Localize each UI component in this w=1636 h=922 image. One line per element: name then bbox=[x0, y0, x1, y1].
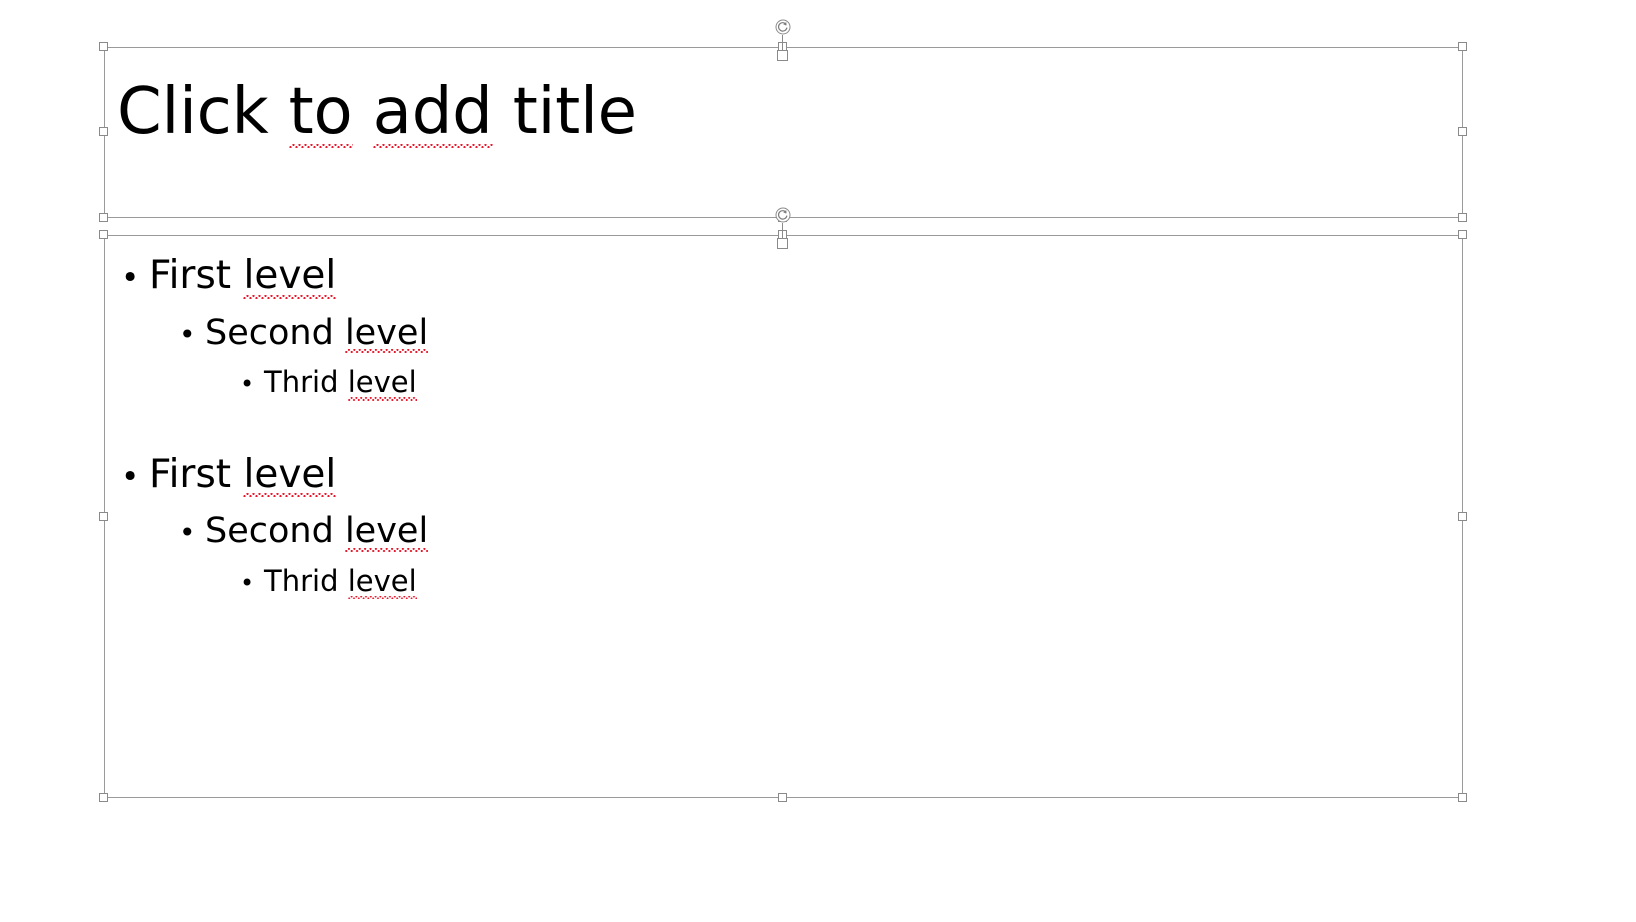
title-word-to: to bbox=[288, 75, 353, 149]
rotate-handle-knob[interactable] bbox=[777, 238, 788, 249]
rotate-icon bbox=[775, 207, 791, 223]
title-placeholder[interactable]: Click to add title bbox=[104, 47, 1463, 218]
content-placeholder[interactable]: • First level • Second level • Thrid level • Fi… bbox=[104, 235, 1463, 798]
outline-word-misspelled: level bbox=[347, 365, 417, 402]
outline-word: Thrid bbox=[264, 365, 348, 400]
outline-item-level-1[interactable]: • First level bbox=[105, 451, 1462, 499]
rotate-handle-content[interactable] bbox=[773, 206, 793, 249]
bullet-point-icon: • bbox=[240, 568, 255, 597]
title-word-click: Click bbox=[117, 75, 289, 149]
title-prompt-text[interactable]: Click to add title bbox=[117, 75, 637, 150]
outline-item-level-3[interactable]: • Thrid level bbox=[105, 563, 1462, 600]
outline-word: Second bbox=[205, 511, 345, 552]
outline-item-label: First level bbox=[149, 252, 336, 300]
rotate-icon bbox=[775, 19, 791, 35]
outline-item-label: First level bbox=[149, 451, 336, 499]
rotate-handle-title[interactable] bbox=[773, 18, 793, 61]
title-word-add: add bbox=[372, 75, 493, 149]
bullet-point-icon: • bbox=[121, 458, 140, 495]
content-handle-top-left[interactable] bbox=[99, 230, 108, 239]
content-handle-top-right[interactable] bbox=[1458, 230, 1467, 239]
outline-word-misspelled: level bbox=[347, 563, 417, 600]
outline-word: Second bbox=[205, 312, 345, 353]
content-handle-bottom-center[interactable] bbox=[778, 793, 787, 802]
content-handle-middle-left[interactable] bbox=[99, 512, 108, 521]
bullet-point-icon: • bbox=[240, 370, 255, 399]
rotate-handle-knob[interactable] bbox=[777, 50, 788, 61]
outline-list[interactable]: • First level • Second level • Thrid level • Fi… bbox=[105, 236, 1462, 600]
title-handle-top-left[interactable] bbox=[99, 42, 108, 51]
content-handle-bottom-right[interactable] bbox=[1458, 793, 1467, 802]
outline-item-label: Thrid level bbox=[264, 365, 417, 402]
outline-item-level-1[interactable]: • First level bbox=[105, 252, 1462, 300]
outline-item-label: Second level bbox=[205, 312, 429, 355]
bullet-point-icon: • bbox=[121, 260, 140, 296]
title-handle-middle-right[interactable] bbox=[1458, 127, 1467, 136]
outline-word-misspelled: level bbox=[344, 511, 429, 552]
outline-item-label: Second level bbox=[205, 510, 429, 553]
title-space-2 bbox=[493, 75, 513, 149]
outline-item-label: Thrid level bbox=[264, 563, 417, 600]
outline-word: First bbox=[149, 253, 244, 298]
outline-item-level-2[interactable]: • Second level bbox=[105, 510, 1462, 553]
slide-canvas[interactable]: Click to add title • First level • Second l… bbox=[0, 0, 1636, 922]
bullet-point-icon: • bbox=[179, 516, 196, 550]
title-handle-middle-left[interactable] bbox=[99, 127, 108, 136]
title-handle-bottom-left[interactable] bbox=[99, 213, 108, 222]
title-word-title: title bbox=[512, 75, 637, 149]
title-space-1 bbox=[353, 75, 373, 149]
bullet-point-icon: • bbox=[179, 317, 196, 351]
content-handle-bottom-left[interactable] bbox=[99, 793, 108, 802]
title-handle-top-right[interactable] bbox=[1458, 42, 1467, 51]
outline-item-level-3[interactable]: • Thrid level bbox=[105, 365, 1462, 402]
outline-word-misspelled: level bbox=[344, 312, 429, 353]
content-handle-middle-right[interactable] bbox=[1458, 512, 1467, 521]
outline-word: First bbox=[149, 451, 244, 497]
outline-item-level-2[interactable]: • Second level bbox=[105, 312, 1462, 355]
outline-group-gap bbox=[105, 401, 1462, 445]
outline-word: Thrid bbox=[264, 563, 348, 598]
title-handle-bottom-right[interactable] bbox=[1458, 213, 1467, 222]
outline-word-misspelled: level bbox=[243, 451, 337, 497]
outline-word-misspelled: level bbox=[243, 253, 337, 299]
